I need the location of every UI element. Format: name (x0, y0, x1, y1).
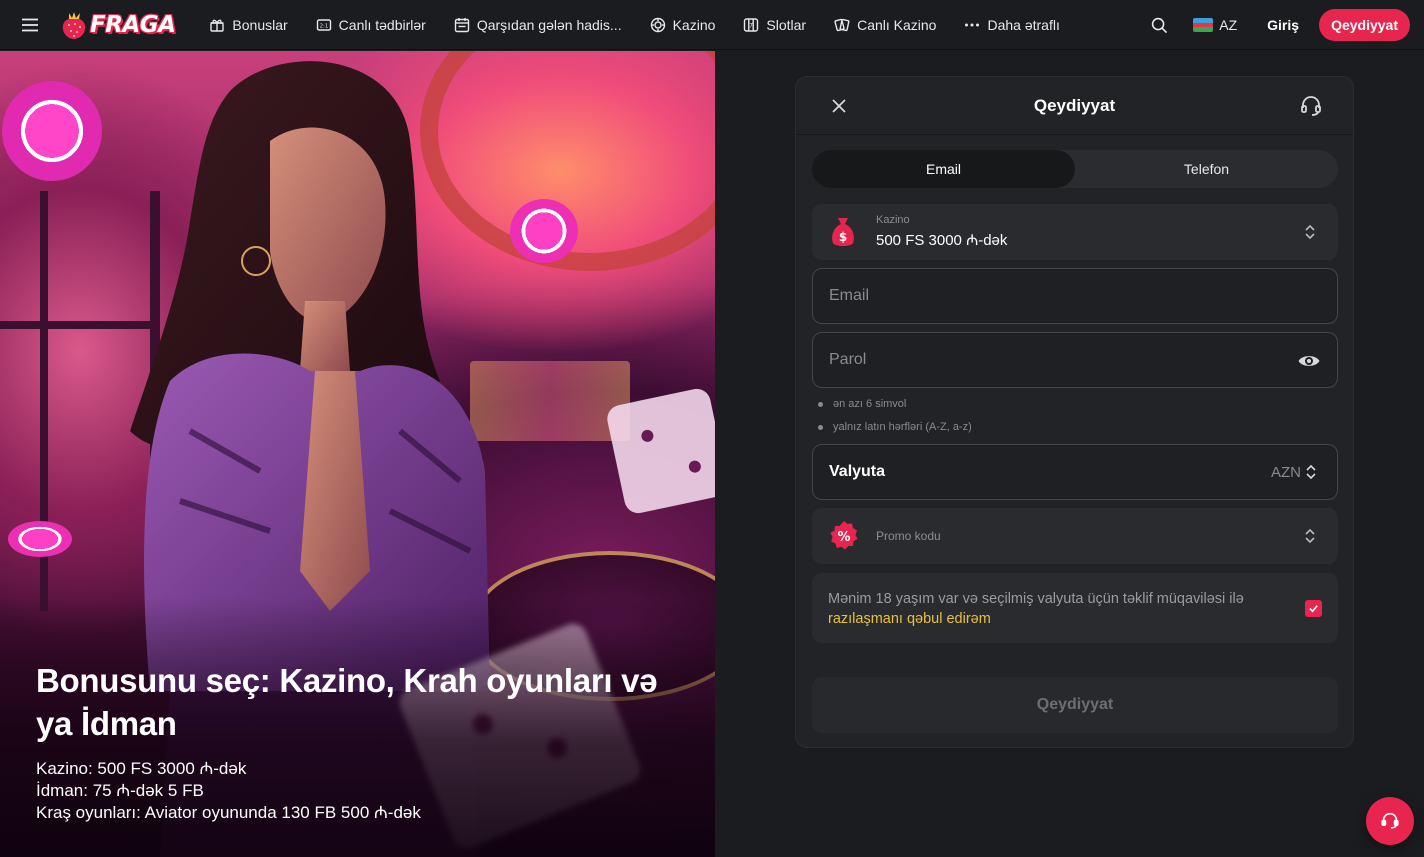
main-nav: Bonuslar 2:1 Canlı tədbirlər Qarşıdan gə… (209, 0, 1087, 50)
nav-item-bonuses[interactable]: Bonuslar (209, 16, 288, 33)
register-button[interactable]: Qeydiyyat (1319, 9, 1410, 41)
password-field[interactable]: Parol (812, 332, 1338, 388)
svg-text:%: % (837, 530, 850, 545)
promo-code-label: Promo kodu (876, 529, 941, 543)
terms-agreement-link[interactable]: razılaşmanı qəbul edirəm (828, 611, 991, 627)
bonus-select-value: 500 FS 3000 ₼-dək (876, 232, 1008, 249)
email-placeholder: Email (829, 287, 870, 304)
strawberry-icon (62, 11, 86, 39)
nav-item-label: Slotlar (766, 16, 807, 33)
chevron-updown-icon (1306, 464, 1316, 480)
email-field[interactable]: Email (812, 268, 1338, 324)
checkmark-icon (1309, 605, 1318, 613)
password-hint-latin: yalnız latın hərfləri (A-Z, a-z) (818, 421, 972, 433)
header-actions: AZ Giriş Qeydiyyat (1147, 0, 1410, 50)
password-hint-length: ən azı 6 simvol (818, 398, 906, 410)
registration-method-tabs: Email Telefon (812, 150, 1338, 188)
casino-chip-image (510, 199, 578, 263)
hero-title: Bonusunu seç: Kazino, Krah oyunları və y… (36, 662, 658, 742)
nav-item-label: Bonuslar (232, 16, 288, 33)
casino-chip-image (0, 66, 117, 196)
nav-item-upcoming-events[interactable]: Qarşıdan gələn hadis... (454, 17, 622, 33)
svg-text:2:1: 2:1 (319, 23, 328, 29)
hero-banner: Bonusunu seç: Kazino, Krah oyunları və y… (0, 51, 715, 857)
hero-bonus-casino: Kazino: 500 FS 3000 ₼-dək (36, 759, 247, 778)
money-bag-icon: $ (832, 218, 854, 246)
svg-text:7: 7 (749, 22, 753, 29)
brand-logo[interactable]: FRAGA (60, 0, 176, 50)
percent-badge-icon: % (830, 521, 858, 550)
nav-item-label: Daha ətraflı (987, 16, 1060, 33)
gift-icon (210, 19, 225, 32)
terms-checkbox[interactable] (1305, 600, 1322, 617)
nav-item-label: Kazino (672, 16, 716, 33)
nav-item-label: Canlı tədbirlər (338, 16, 426, 33)
azerbaijan-flag-icon (1193, 18, 1214, 32)
tab-phone[interactable]: Telefon (1075, 150, 1338, 188)
submit-registration-button[interactable]: Qeydiyyat (812, 677, 1338, 733)
brand-name: FRAGA (90, 11, 176, 38)
login-button[interactable]: Giriş (1267, 17, 1299, 33)
chevron-updown-icon (1305, 224, 1315, 240)
chat-support-icon (1381, 812, 1399, 829)
promo-code-select[interactable]: % Promo kodu (812, 508, 1338, 564)
nav-item-more[interactable]: Daha ətraflı (964, 16, 1060, 33)
live-chat-button[interactable] (1366, 797, 1414, 845)
currency-label: Valyuta (829, 463, 886, 480)
support-headset-icon[interactable] (1299, 94, 1323, 118)
casino-chip-image (8, 521, 72, 557)
hero-bonus-sport: İdman: 75 ₼-dək 5 FB (36, 781, 204, 800)
terms-agreement-text: Mənim 18 yaşım var və seçilmiş valyuta ü… (828, 591, 1244, 607)
language-code: AZ (1219, 17, 1238, 33)
slot-machine-icon: 7 (744, 17, 759, 32)
casino-chip-icon (650, 17, 665, 32)
menu-icon[interactable] (0, 0, 60, 50)
hero-bonus-crash: Kraş oyunları: Aviator oyununda 130 FB 5… (36, 803, 421, 822)
live-score-icon: 2:1 (316, 18, 331, 31)
close-icon[interactable] (830, 97, 848, 115)
bonus-select-label: Kazino (876, 214, 910, 226)
terms-agreement: Mənim 18 yaşım var və seçilmiş valyuta ü… (812, 573, 1338, 643)
chevron-updown-icon (1305, 528, 1315, 544)
calendar-icon (454, 17, 470, 32)
language-selector[interactable]: AZ (1193, 17, 1237, 33)
password-placeholder: Parol (829, 351, 867, 368)
bonus-select[interactable]: $ Kazino 500 FS 3000 ₼-dək (812, 204, 1338, 260)
svg-text:$: $ (839, 230, 847, 244)
tab-email[interactable]: Email (812, 150, 1075, 188)
more-dots-icon (965, 23, 980, 26)
form-header: Qeydiyyat (796, 77, 1353, 135)
hero-screens-decoration (470, 361, 630, 441)
nav-item-label: Canlı Kazino (857, 16, 937, 33)
search-icon[interactable] (1147, 13, 1171, 37)
show-password-eye-icon[interactable] (1297, 349, 1321, 373)
nav-item-casino[interactable]: Kazino (650, 16, 716, 33)
nav-item-live-casino[interactable]: Canlı Kazino (834, 17, 936, 33)
currency-select[interactable]: Valyuta AZN (812, 444, 1338, 500)
playing-cards-icon (834, 18, 850, 31)
top-navigation: FRAGA Bonuslar 2:1 Canlı tədbirlər Qarşı… (0, 0, 1424, 50)
nav-item-slots[interactable]: 7 Slotlar (743, 17, 806, 33)
dice-image (604, 386, 715, 516)
registration-form: Qeydiyyat Email Telefon $ Kazino 500 FS … (795, 76, 1354, 748)
currency-value: AZN (1271, 463, 1301, 481)
nav-item-live-events[interactable]: 2:1 Canlı tədbirlər (316, 17, 426, 33)
bonus-select-content: Kazino 500 FS 3000 ₼-dək (876, 214, 1007, 250)
nav-item-label: Qarşıdan gələn hadis... (476, 16, 622, 33)
hero-bonus-list: Kazino: 500 FS 3000 ₼-dək İdman: 75 ₼-də… (36, 758, 421, 824)
form-title: Qeydiyyat (1033, 95, 1116, 115)
